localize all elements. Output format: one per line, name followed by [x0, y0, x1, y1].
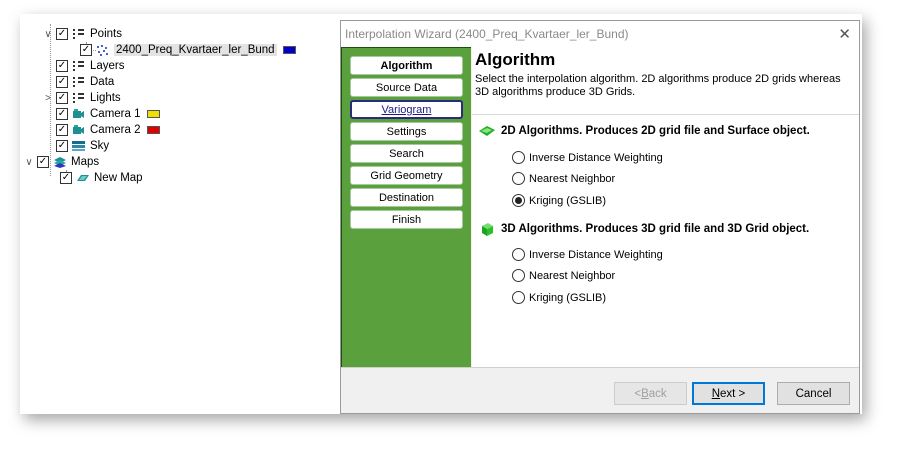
button-bar: < Back Next > Cancel [341, 367, 859, 413]
tree-item-sky[interactable]: ✓ Sky [56, 138, 109, 154]
back-prefix: < [634, 387, 642, 400]
chevron-down-icon[interactable]: ∨ [24, 157, 34, 168]
group-2d-title: 2D Algorithms. Produces 2D grid file and… [501, 125, 810, 137]
data-icon [72, 76, 85, 88]
radio-3d-nearest[interactable]: Nearest Neighbor [512, 269, 615, 282]
radio-label: Kriging (GSLIB) [529, 194, 607, 207]
tree-item-lights[interactable]: > ✓ Lights [43, 90, 121, 106]
wizard-body: Algorithm Source Data Variogram Settings… [341, 47, 859, 367]
page-description: Select the interpolation algorithm. 2D a… [475, 73, 841, 98]
tree-item-label: Maps [71, 156, 100, 168]
tree-checkbox[interactable]: ✓ [56, 76, 68, 88]
nav-algorithm[interactable]: Algorithm [350, 56, 463, 75]
cancel-button[interactable]: Cancel [777, 382, 850, 405]
points-icon [72, 28, 85, 40]
radio-3d-idw[interactable]: Inverse Distance Weighting [512, 248, 663, 261]
radio-button[interactable] [512, 172, 525, 185]
next-button[interactable]: Next > [692, 382, 765, 405]
back-accel: B [641, 387, 649, 400]
back-rest: ack [648, 387, 667, 400]
tree-item-label: Camera 2 [90, 124, 141, 136]
nav-settings[interactable]: Settings [350, 122, 463, 141]
radio-label: Inverse Distance Weighting [529, 151, 663, 164]
tree-item-label: Sky [90, 140, 110, 152]
tree-checkbox[interactable]: ✓ [56, 124, 68, 136]
scene-tree: ∨ ✓ Points ✓ 2400_Preq_Kvartaer_ler_Bund… [20, 14, 342, 414]
radio-2d-kriging[interactable]: Kriging (GSLIB) [512, 194, 606, 207]
tree-item-data[interactable]: ✓ Data [56, 74, 114, 90]
content-header: Algorithm Select the interpolation algor… [472, 47, 859, 115]
tree-item-label: Data [90, 76, 115, 88]
tree-item-camera-2[interactable]: ✓ Camera 2 [56, 122, 160, 138]
next-accel: N [711, 387, 721, 400]
tree-item-label: New Map [94, 172, 143, 184]
color-swatch [146, 126, 160, 134]
back-button[interactable]: < Back [614, 382, 687, 405]
tree-checkbox[interactable]: ✓ [37, 156, 49, 168]
group-2d-header: 2D Algorithms. Produces 2D grid file and… [479, 125, 810, 137]
radio-label: Nearest Neighbor [529, 172, 616, 185]
nav-grid-geometry[interactable]: Grid Geometry [350, 166, 463, 185]
tree-item-label: 2400_Preq_Kvartaer_ler_Bund [114, 44, 277, 56]
chevron-down-icon[interactable]: ∨ [43, 29, 53, 40]
tree-item-dataset[interactable]: ✓ 2400_Preq_Kvartaer_ler_Bund [80, 42, 296, 58]
radio-button[interactable] [512, 248, 525, 261]
tree-checkbox[interactable]: ✓ [56, 108, 68, 120]
dialog-titlebar[interactable]: Interpolation Wizard (2400_Preq_Kvartaer… [341, 21, 859, 47]
color-swatch [146, 110, 160, 118]
tree-item-camera-1[interactable]: ✓ Camera 1 [56, 106, 160, 122]
radio-label: Nearest Neighbor [529, 269, 616, 282]
wizard-nav: Algorithm Source Data Variogram Settings… [341, 47, 471, 367]
radio-2d-nearest[interactable]: Nearest Neighbor [512, 172, 615, 185]
nav-destination[interactable]: Destination [350, 188, 463, 207]
layers-icon [72, 60, 85, 72]
nav-source-data[interactable]: Source Data [350, 78, 463, 97]
tree-item-new-map[interactable]: ✓ New Map [60, 170, 143, 186]
tree-item-maps[interactable]: ∨ ✓ Maps [24, 154, 99, 170]
map-icon [76, 172, 89, 184]
grid-3d-icon [479, 223, 495, 236]
tree-checkbox[interactable]: ✓ [56, 92, 68, 104]
maps-icon [53, 156, 66, 168]
tree-checkbox[interactable]: ✓ [56, 140, 68, 152]
nav-finish[interactable]: Finish [350, 210, 463, 229]
tree-item-label: Layers [90, 60, 125, 72]
tree-checkbox[interactable]: ✓ [56, 28, 68, 40]
radio-button-selected[interactable] [512, 194, 525, 207]
lights-icon [72, 92, 85, 104]
wizard-content: Algorithm Select the interpolation algor… [472, 47, 859, 367]
scatter-points-icon [96, 44, 109, 56]
color-swatch [282, 46, 296, 54]
tree-item-layers[interactable]: ✓ Layers [56, 58, 125, 74]
tree-item-label: Lights [90, 92, 121, 104]
page-title: Algorithm [475, 50, 556, 69]
screenshot-frame: ∨ ✓ Points ✓ 2400_Preq_Kvartaer_ler_Bund… [20, 14, 862, 414]
nav-variogram[interactable]: Variogram [350, 100, 463, 119]
camera-icon [72, 108, 85, 120]
radio-button[interactable] [512, 269, 525, 282]
tree-item-points[interactable]: ∨ ✓ Points [43, 26, 122, 42]
radio-3d-kriging[interactable]: Kriging (GSLIB) [512, 291, 606, 304]
radio-2d-idw[interactable]: Inverse Distance Weighting [512, 151, 663, 164]
chevron-right-icon[interactable]: > [43, 93, 53, 104]
dialog-title: Interpolation Wizard (2400_Preq_Kvartaer… [345, 27, 629, 41]
radio-button[interactable] [512, 291, 525, 304]
surface-2d-icon [479, 125, 495, 137]
group-3d-title: 3D Algorithms. Produces 3D grid file and… [501, 223, 810, 235]
tree-checkbox[interactable]: ✓ [56, 60, 68, 72]
close-icon[interactable]: ✕ [838, 25, 851, 43]
tree-item-label: Points [90, 28, 122, 40]
sky-icon [72, 140, 85, 152]
nav-search[interactable]: Search [350, 144, 463, 163]
radio-button[interactable] [512, 151, 525, 164]
next-rest: ext > [720, 387, 746, 400]
tree-item-label: Camera 1 [90, 108, 141, 120]
camera-icon [72, 124, 85, 136]
interpolation-wizard-dialog: Interpolation Wizard (2400_Preq_Kvartaer… [340, 20, 860, 414]
group-3d-header: 3D Algorithms. Produces 3D grid file and… [479, 223, 810, 236]
radio-label: Inverse Distance Weighting [529, 248, 663, 261]
radio-label: Kriging (GSLIB) [529, 291, 607, 304]
tree-checkbox[interactable]: ✓ [60, 172, 72, 184]
tree-checkbox[interactable]: ✓ [80, 44, 92, 56]
